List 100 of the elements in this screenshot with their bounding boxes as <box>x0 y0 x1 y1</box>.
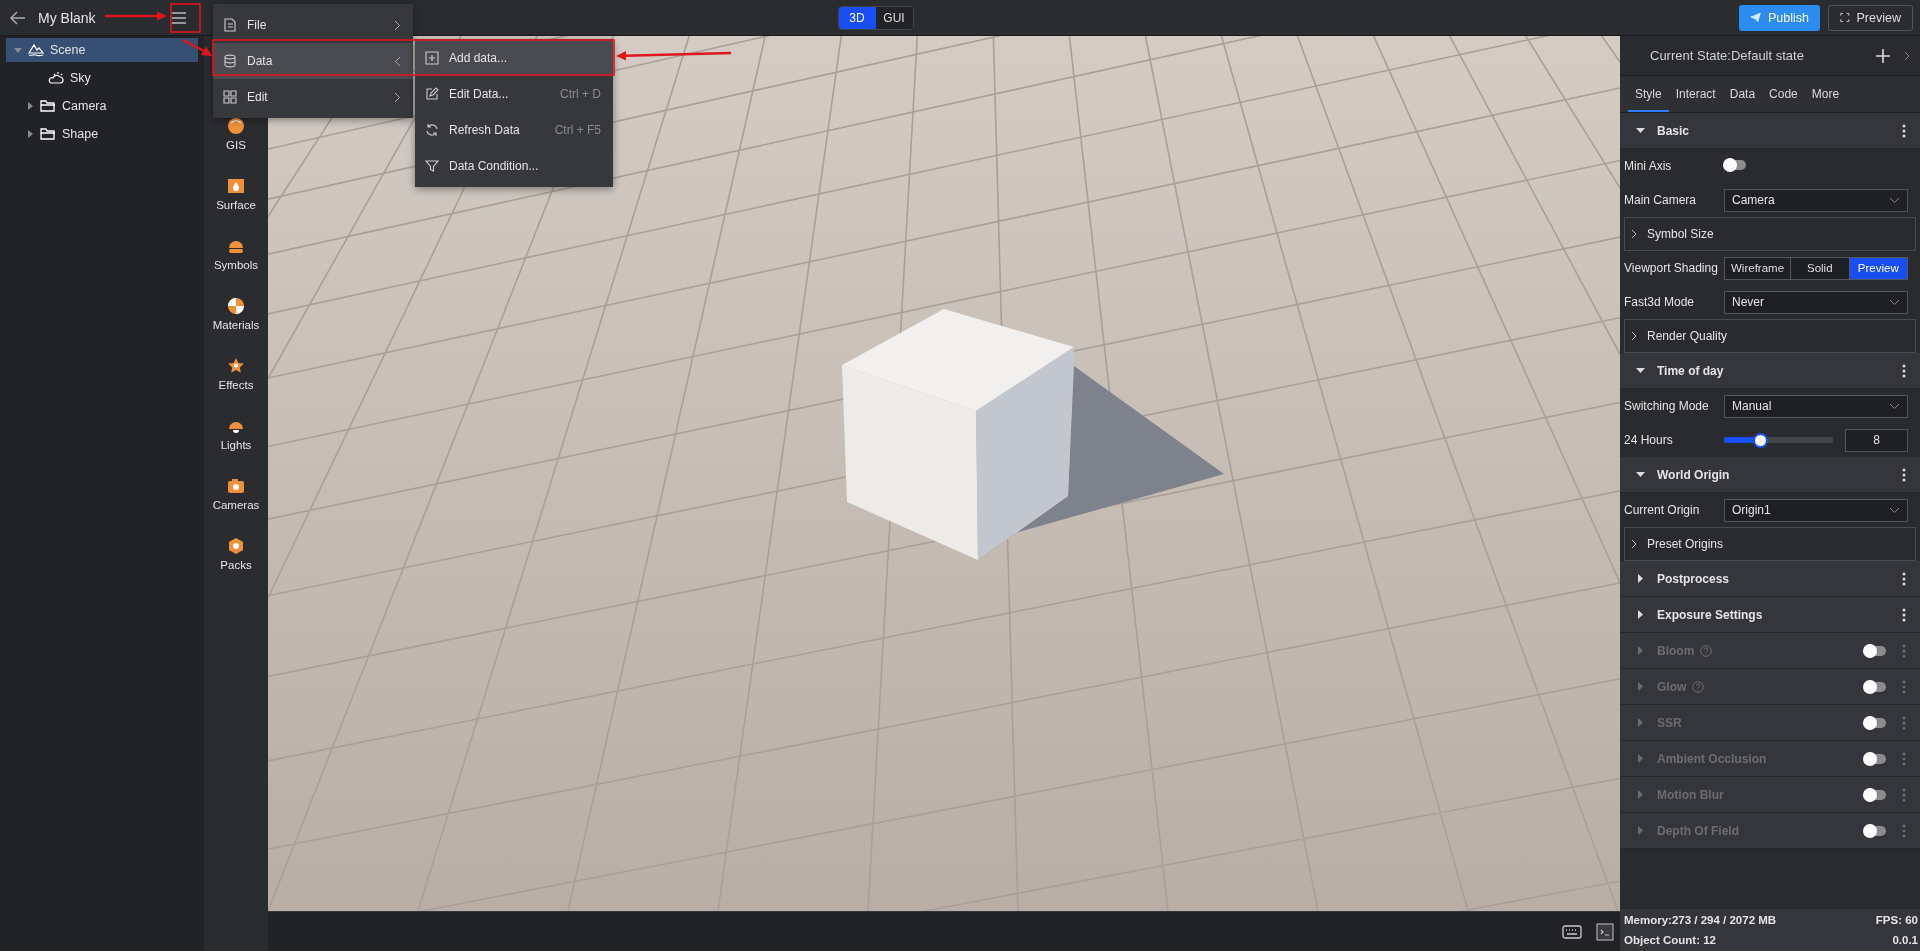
panel-tab[interactable]: Data <box>1722 78 1763 112</box>
caret-icon[interactable] <box>26 102 34 110</box>
document-icon <box>223 18 237 32</box>
shading-option[interactable]: Wireframe <box>1725 257 1792 279</box>
view-mode-tab[interactable]: GUI <box>875 6 913 29</box>
property-label: 24 Hours <box>1624 433 1674 447</box>
section-header[interactable]: Time of day <box>1620 353 1920 389</box>
fullscreen-icon <box>1840 11 1850 24</box>
back-arrow-icon[interactable] <box>10 10 26 25</box>
caret-icon[interactable] <box>1636 126 1645 135</box>
edit-icon <box>425 87 439 101</box>
mountain-icon <box>28 43 44 57</box>
caret-icon[interactable] <box>1636 366 1645 375</box>
chevron-right-icon[interactable] <box>1904 50 1910 61</box>
star-icon <box>227 357 245 375</box>
shading-option[interactable]: Preview <box>1849 257 1907 279</box>
chevron-right-icon <box>1631 539 1637 549</box>
chevron-down-icon <box>1889 402 1900 410</box>
more-options-icon[interactable] <box>1902 571 1906 586</box>
toolbox-item[interactable]: Effects <box>204 344 268 404</box>
caret-icon[interactable] <box>1636 574 1645 583</box>
caret-icon[interactable] <box>26 130 34 138</box>
tree-item[interactable]: Sky <box>6 64 198 92</box>
checker-ball-icon <box>227 297 245 315</box>
property-label: Main Camera <box>1624 193 1698 207</box>
panel-tab[interactable]: Interact <box>1668 78 1723 112</box>
property-label: Switching Mode <box>1624 399 1710 413</box>
add-icon <box>425 51 439 65</box>
version-label: 0.0.1 <box>1892 934 1918 946</box>
annotation-arrow <box>182 38 212 56</box>
caret-icon[interactable] <box>1636 470 1645 479</box>
chevron-down-icon <box>1889 506 1900 514</box>
drop-icon <box>227 177 245 195</box>
menu-item[interactable]: Data Condition... <box>415 148 613 184</box>
menu-item[interactable]: Edit Data... Ctrl + D <box>415 76 613 112</box>
menu-item[interactable]: Refresh Data Ctrl + F5 <box>415 112 613 148</box>
toolbox-item[interactable]: Packs <box>204 524 268 584</box>
cloud-sun-icon <box>48 71 64 85</box>
toolbox-item[interactable]: Cameras <box>204 464 268 524</box>
property-label: Viewport Shading <box>1624 261 1719 275</box>
tree-item[interactable]: Scene <box>6 38 198 62</box>
shading-option[interactable]: Solid <box>1791 257 1850 279</box>
section-header[interactable]: Basic <box>1620 113 1920 149</box>
dropdown[interactable]: Manual <box>1724 394 1908 418</box>
chevron-down-icon <box>1889 298 1900 306</box>
chevron-down-icon <box>1889 196 1900 204</box>
chevron-left-icon <box>394 55 401 67</box>
memory-readout: Memory:273 / 294 / 2072 MB <box>1624 914 1777 926</box>
chevron-right-icon <box>394 19 401 31</box>
refresh-icon <box>425 123 439 137</box>
fps-readout: FPS: 60 <box>1875 914 1918 926</box>
menu-item[interactable]: File <box>213 7 413 43</box>
property-label: Mini Axis <box>1624 159 1673 173</box>
more-options-icon[interactable] <box>1902 123 1906 138</box>
dropdown[interactable]: Camera <box>1724 188 1908 212</box>
property-label: Fast3d Mode <box>1624 295 1696 309</box>
panel-tab[interactable]: Code <box>1762 78 1805 112</box>
caret-icon[interactable] <box>1636 610 1645 619</box>
tree-item[interactable]: Camera <box>6 92 198 120</box>
toolbox-item[interactable]: Surface <box>204 164 268 224</box>
filter-icon <box>425 159 439 173</box>
section-header[interactable]: Exposure Settings <box>1620 597 1920 633</box>
toolbox-item[interactable]: Materials <box>204 284 268 344</box>
toolbox-item[interactable]: Lights <box>204 404 268 464</box>
property-label: Current Origin <box>1624 503 1701 517</box>
globe-icon <box>227 117 245 135</box>
grid-icon <box>223 90 237 104</box>
terminal-icon[interactable] <box>1596 922 1614 941</box>
collapsible-group[interactable]: Symbol Size <box>1624 217 1916 251</box>
dropdown[interactable]: Origin1 <box>1724 498 1908 522</box>
add-icon[interactable] <box>1876 48 1890 63</box>
dropdown[interactable]: Never <box>1724 290 1908 314</box>
panel-tab[interactable]: More <box>1804 78 1847 112</box>
folder-icon <box>40 127 56 141</box>
slider-thumb[interactable] <box>1752 432 1768 448</box>
preview-button[interactable]: Preview <box>1828 4 1913 31</box>
toggle-switch[interactable] <box>1724 160 1746 170</box>
annotation-frame <box>170 3 201 33</box>
number-input[interactable]: 8 <box>1845 428 1908 452</box>
menu-item[interactable]: Data <box>213 43 413 79</box>
section-header[interactable]: World Origin <box>1620 457 1920 493</box>
chevron-right-icon <box>1631 229 1637 239</box>
more-options-icon[interactable] <box>1902 607 1906 622</box>
collapsible-group[interactable]: Preset Origins <box>1624 527 1916 561</box>
more-options-icon[interactable] <box>1902 467 1906 482</box>
paper-plane-icon <box>1750 11 1761 24</box>
keyboard-icon[interactable] <box>1562 924 1582 939</box>
collapsible-group[interactable]: Render Quality <box>1624 319 1916 353</box>
view-mode-tab[interactable]: 3D <box>838 6 876 29</box>
tree-item[interactable]: Shape <box>6 120 198 148</box>
toolbox-item[interactable]: Symbols <box>204 224 268 284</box>
camera-icon <box>227 477 245 495</box>
annotation-arrow <box>105 11 167 21</box>
hexagon-icon <box>227 537 245 555</box>
more-options-icon[interactable] <box>1902 363 1906 378</box>
state-label: Current State:Default state <box>1650 48 1805 63</box>
object-count: Object Count: 12 <box>1624 934 1716 946</box>
section-header[interactable]: Postprocess <box>1620 561 1920 597</box>
menu-icon[interactable] <box>171 10 187 25</box>
chevron-right-icon <box>1631 331 1637 341</box>
